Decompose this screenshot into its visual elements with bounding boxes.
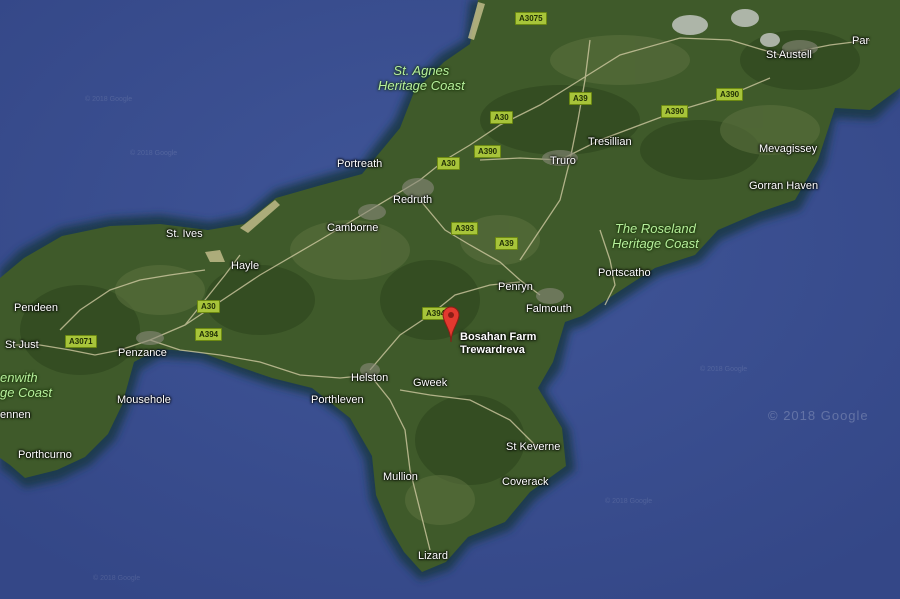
place-label-mevagissey: Mevagissey: [759, 143, 818, 155]
place-label-mousehole: Mousehole: [117, 394, 171, 406]
place-label-redruth: Redruth: [393, 194, 433, 206]
google-watermark: © 2018 Google: [700, 366, 748, 373]
place-label-porthcurno: Porthcurno: [18, 449, 72, 461]
place-label-tresillian: Tresillian: [588, 136, 632, 148]
area-label-line: St. Agnes: [393, 63, 450, 78]
place-label-par: Par: [852, 35, 870, 47]
road-shield-a30-redruth: A30: [437, 157, 460, 170]
place-label-falmouth: Falmouth: [526, 303, 572, 315]
google-watermark: © 2018 Google: [605, 498, 653, 505]
area-label-line: Heritage Coast: [378, 78, 465, 93]
road-shield-a39-north: A39: [569, 92, 592, 105]
area-label-line: The Roseland: [614, 221, 696, 236]
area-label-roseland: The Roseland Heritage Coast: [612, 221, 699, 251]
place-label-st-austell: St Austell: [766, 49, 812, 61]
place-label-camborne: Camborne: [327, 222, 379, 234]
map-view[interactable]: St. Agnes Heritage Coast The Roseland He…: [0, 0, 900, 599]
place-label-hayle: Hayle: [231, 260, 260, 272]
place-label-st-just: St Just: [5, 339, 39, 351]
location-pin[interactable]: [442, 306, 460, 346]
map-pin-icon: [442, 306, 460, 343]
area-label-st-agnes: St. Agnes Heritage Coast: [378, 63, 465, 93]
place-label-helston: Helston: [351, 372, 389, 384]
road-shield-a30-north: A30: [490, 111, 513, 124]
place-label-mullion: Mullion: [383, 471, 418, 483]
place-label-gweek: Gweek: [413, 377, 448, 389]
place-label-st-keverne: St Keverne: [506, 441, 561, 453]
area-label-line: enwith: [0, 370, 38, 385]
place-label-truro: Truro: [550, 155, 576, 167]
road-shield-a390-top: A390: [716, 88, 744, 101]
place-label-st-ives: St. Ives: [166, 228, 203, 240]
pin-label: Bosahan Farm Trewardreva: [460, 331, 536, 357]
google-watermark: © 2018 Google: [130, 150, 178, 157]
place-label-pendeen: Pendeen: [14, 302, 59, 314]
road-shield-a390-east: A390: [661, 105, 689, 118]
road-shield-a30-hayle: A30: [197, 300, 220, 313]
area-label-line: Heritage Coast: [612, 236, 699, 251]
place-label-penryn: Penryn: [498, 281, 533, 293]
place-label-porthleven: Porthleven: [311, 394, 364, 406]
google-watermark: © 2018 Google: [93, 575, 141, 582]
google-watermark-large: © 2018 Google: [768, 408, 869, 423]
area-label-penwith: enwith ge Coast: [0, 370, 52, 400]
place-label-portscatho: Portscatho: [598, 267, 651, 279]
place-label-ennen: ennen: [0, 409, 31, 421]
place-label-gorran-haven: Gorran Haven: [749, 180, 819, 192]
road-shield-a394-penzance: A394: [195, 328, 223, 341]
google-watermark: © 2018 Google: [85, 96, 133, 103]
road-shield-a390-mid: A390: [474, 145, 502, 158]
road-shield-a3075: A3075: [515, 12, 547, 25]
place-label-coverack: Coverack: [502, 476, 549, 488]
road-shield-a393: A393: [451, 222, 479, 235]
place-label-penzance: Penzance: [118, 347, 167, 359]
place-label-portreath: Portreath: [337, 158, 383, 170]
place-label-lizard: Lizard: [418, 550, 448, 562]
road-shield-a39-penryn: A39: [495, 237, 518, 250]
pin-label-locality: Trewardreva: [460, 344, 525, 356]
pin-label-name: Bosahan Farm: [460, 331, 537, 343]
area-label-line: ge Coast: [0, 385, 53, 400]
road-shield-a3071: A3071: [65, 335, 97, 348]
